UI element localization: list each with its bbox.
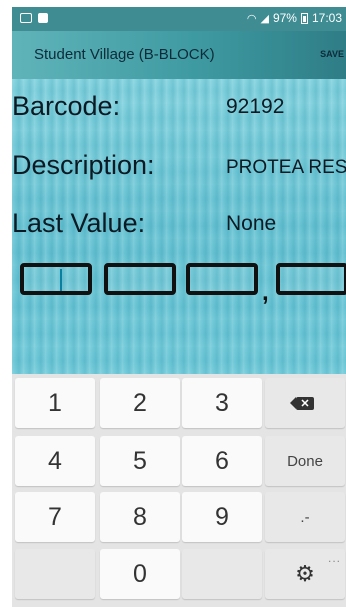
last-value-label: Last Value: [12,208,146,238]
key-0[interactable]: 0 [100,549,180,599]
key-6[interactable]: 6 [182,436,262,486]
battery-percent: 97% [272,11,297,25]
signal-icon: ◢ [260,12,269,25]
phone-screen: ◠ ◢ 97% 17:03 Student Village (B-BLOCK) … [12,7,346,607]
key-3[interactable]: 3 [182,378,262,428]
key-5[interactable]: 5 [100,436,180,486]
clock: 17:03 [311,11,342,25]
save-button[interactable]: SAVE [320,49,344,59]
backspace-key[interactable]: ✕ [265,378,345,428]
key-2[interactable]: 2 [100,378,180,428]
key-1[interactable]: 1 [15,378,95,428]
status-bar: ◠ ◢ 97% 17:03 [12,7,346,31]
battery-icon [300,12,308,24]
text-cursor [60,269,62,291]
digit-box[interactable] [104,263,176,295]
meter-reading-form: Barcode: 92192 Description: PROTEA RES L… [12,79,346,374]
image-icon [38,13,48,23]
key-7[interactable]: 7 [15,492,95,542]
numeric-keypad: 1 2 3 ✕ 4 5 6 Done 7 8 9 .- 0 ... ⚙ [12,374,346,607]
digit-box[interactable] [186,263,258,295]
key-9[interactable]: 9 [182,492,262,542]
done-key[interactable]: Done [265,436,345,486]
decimal-separator: , [262,279,269,306]
blank-key [182,549,262,599]
key-4[interactable]: 4 [15,436,95,486]
last-value-value: None [226,212,277,235]
barcode-label: Barcode: [12,91,121,121]
punctuation-key[interactable]: .- [265,492,345,542]
blank-key [15,549,95,599]
description-value: PROTEA RES [226,157,346,178]
reading-input: , [20,263,346,306]
digit-box[interactable] [20,263,92,295]
app-bar: Student Village (B-BLOCK) SAVE [12,31,346,79]
barcode-value: 92192 [226,95,285,118]
system-indicators: ◠ ◢ 97% 17:03 [247,11,342,25]
backspace-icon: ✕ [290,396,314,410]
gear-icon: ⚙ [295,561,315,586]
more-indicator: ... [327,551,341,565]
wifi-icon: ◠ [246,12,257,25]
keyboard-settings-key[interactable]: ... ⚙ [265,549,345,599]
description-label: Description: [12,150,155,180]
app-title: Student Village (B-BLOCK) [34,46,215,63]
key-8[interactable]: 8 [100,492,180,542]
decimal-digit-box[interactable] [276,263,346,295]
message-icon [20,13,32,23]
notification-icons [20,13,48,23]
